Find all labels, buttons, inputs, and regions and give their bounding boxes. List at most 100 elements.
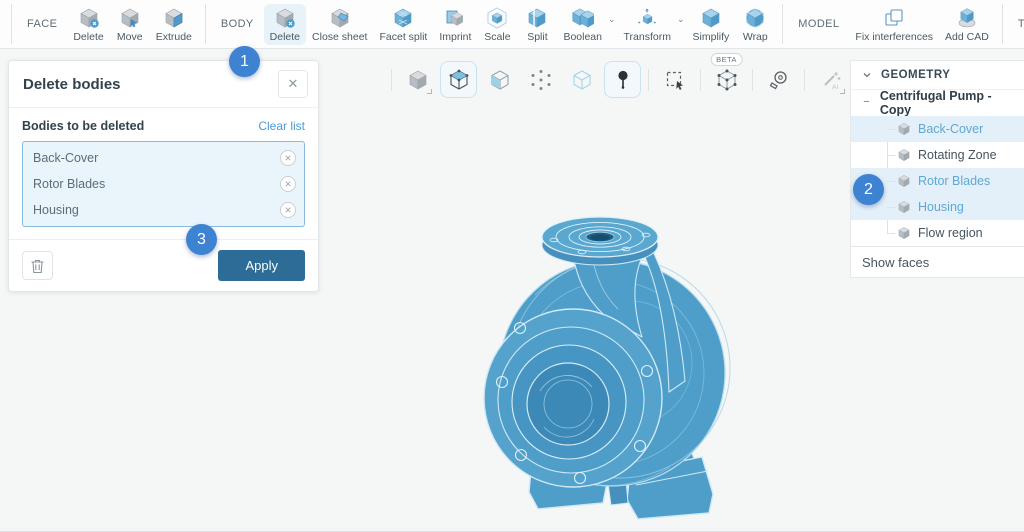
toolbar-divider	[752, 69, 753, 91]
simplify-icon	[700, 7, 722, 29]
bodies-list-label: Bodies to be deleted	[22, 119, 144, 133]
geometry-panel: GEOMETRY − Centrifugal Pump - Copy Back-…	[850, 60, 1024, 278]
probe-point-button[interactable]	[604, 61, 641, 98]
toolbar-divider	[700, 69, 701, 91]
facet-split-button[interactable]: Facet split	[373, 4, 433, 45]
chevron-down-icon: ⌄	[677, 14, 685, 25]
box-select-icon	[664, 69, 686, 91]
body-cube-icon	[897, 174, 911, 188]
viewport-canvas[interactable]: BETA AI	[0, 49, 1024, 531]
toolbar-divider	[804, 69, 805, 91]
submenu-corner-icon	[840, 89, 845, 94]
edge-select-button[interactable]	[563, 61, 600, 98]
section-label-face: FACE	[27, 18, 57, 30]
list-header-row: Bodies to be deleted Clear list	[22, 119, 305, 133]
cube-facet-icon	[392, 7, 414, 29]
imprint-button[interactable]: Imprint	[433, 4, 477, 45]
cube-sheet-icon	[329, 7, 351, 29]
dialog-footer: Apply	[9, 239, 318, 291]
clear-list-link[interactable]: Clear list	[258, 119, 305, 133]
transform-icon	[636, 7, 658, 29]
bodies-listbox: Back-Cover ✕ Rotor Blades ✕ Housing ✕	[22, 141, 305, 227]
show-faces-button[interactable]: Show faces	[851, 246, 1024, 277]
solid-view-button[interactable]	[399, 61, 436, 98]
delete-operation-button[interactable]	[22, 251, 53, 280]
split-button[interactable]: Split	[517, 4, 557, 45]
remove-item-icon[interactable]: ✕	[280, 202, 296, 218]
face-extrude-button[interactable]: Extrude	[150, 4, 198, 45]
list-item[interactable]: Rotor Blades ✕	[23, 171, 304, 197]
add-cad-icon	[956, 7, 978, 29]
wrap-button[interactable]: Wrap	[735, 4, 775, 45]
tree-item-rotating-zone[interactable]: Rotating Zone	[851, 142, 1024, 168]
chevron-down-icon: ⌄	[608, 14, 616, 25]
section-label-tools: TOOLS	[1018, 18, 1024, 30]
dialog-header: Delete bodies ✕	[9, 61, 318, 108]
geometry-panel-header[interactable]: GEOMETRY	[851, 61, 1024, 90]
dialog-body: Bodies to be deleted Clear list Back-Cov…	[9, 108, 318, 239]
cube-delete-icon	[78, 7, 100, 29]
edge-cube-icon	[571, 69, 593, 91]
split-icon	[526, 7, 548, 29]
measure-button[interactable]	[760, 61, 797, 98]
svg-text:AI: AI	[832, 84, 838, 91]
close-sheet-button[interactable]: Close sheet	[306, 4, 373, 45]
annotation-step-3: 3	[186, 224, 217, 255]
cube-extrude-icon	[163, 7, 185, 29]
toolbar-divider	[391, 69, 392, 91]
cube-move-icon	[119, 7, 141, 29]
face-delete-button[interactable]: Delete	[67, 4, 109, 45]
imprint-icon	[444, 7, 466, 29]
body-cube-icon	[897, 148, 911, 162]
body-cube-icon	[897, 200, 911, 214]
submenu-corner-icon	[427, 89, 432, 94]
annotation-step-1: 1	[229, 46, 260, 77]
add-cad-button[interactable]: Add CAD	[939, 4, 995, 45]
list-item[interactable]: Back-Cover ✕	[23, 145, 304, 171]
toolbar-section-tools: TOOLS Gaps Interferences	[1010, 4, 1024, 45]
selection-mode-toolbar: BETA AI	[388, 61, 849, 98]
scale-icon	[486, 7, 508, 29]
face-select-cube-icon	[489, 69, 511, 91]
gray-cube-icon	[407, 69, 429, 91]
beta-cube-icon	[716, 69, 738, 91]
main-toolbar: FACE Delete Move Extrude BODY Delete	[0, 0, 1024, 49]
annotation-step-2: 2	[853, 174, 884, 205]
toolbar-divider	[11, 4, 12, 44]
centrifugal-pump-model[interactable]	[480, 195, 738, 527]
toolbar-divider	[648, 69, 649, 91]
tree-item-flow-region[interactable]: Flow region	[851, 220, 1024, 246]
remove-item-icon[interactable]: ✕	[280, 176, 296, 192]
face-select-button[interactable]	[481, 61, 518, 98]
vertex-select-button[interactable]	[522, 61, 559, 98]
body-cube-icon	[897, 226, 911, 240]
chevron-down-icon	[862, 70, 872, 80]
scale-button[interactable]: Scale	[477, 4, 517, 45]
list-item[interactable]: Housing ✕	[23, 197, 304, 223]
toolbar-section-model: MODEL Fix interferences Add CAD	[790, 4, 995, 45]
apply-button[interactable]: Apply	[218, 250, 305, 281]
ai-assist-button[interactable]: AI	[812, 61, 849, 98]
delete-bodies-dialog: Delete bodies ✕ Bodies to be deleted Cle…	[8, 60, 319, 292]
face-move-button[interactable]: Move	[110, 4, 150, 45]
wrap-icon	[744, 7, 766, 29]
mesh-quality-button[interactable]: BETA	[708, 61, 745, 98]
ai-wand-icon: AI	[820, 69, 842, 91]
fix-interferences-button[interactable]: Fix interferences	[849, 4, 939, 45]
tree-item-back-cover[interactable]: Back-Cover	[851, 116, 1024, 142]
collapse-icon[interactable]: −	[861, 98, 872, 109]
box-select-button[interactable]	[656, 61, 693, 98]
cad-application-window: FACE Delete Move Extrude BODY Delete	[0, 0, 1024, 532]
remove-item-icon[interactable]: ✕	[280, 150, 296, 166]
tree-root-centrifugal-pump[interactable]: − Centrifugal Pump - Copy	[851, 90, 1024, 116]
boolean-button[interactable]: Boolean ⌄	[557, 4, 617, 45]
section-label-model: MODEL	[798, 18, 839, 30]
body-delete-button[interactable]: Delete	[264, 4, 306, 45]
body-select-button[interactable]	[440, 61, 477, 98]
cube-delete-icon	[274, 7, 296, 29]
close-icon[interactable]: ✕	[278, 70, 308, 98]
toolbar-divider	[1002, 4, 1003, 44]
transform-button[interactable]: Transform ⌄	[618, 4, 687, 45]
beta-badge: BETA	[710, 53, 743, 66]
simplify-button[interactable]: Simplify	[687, 4, 736, 45]
